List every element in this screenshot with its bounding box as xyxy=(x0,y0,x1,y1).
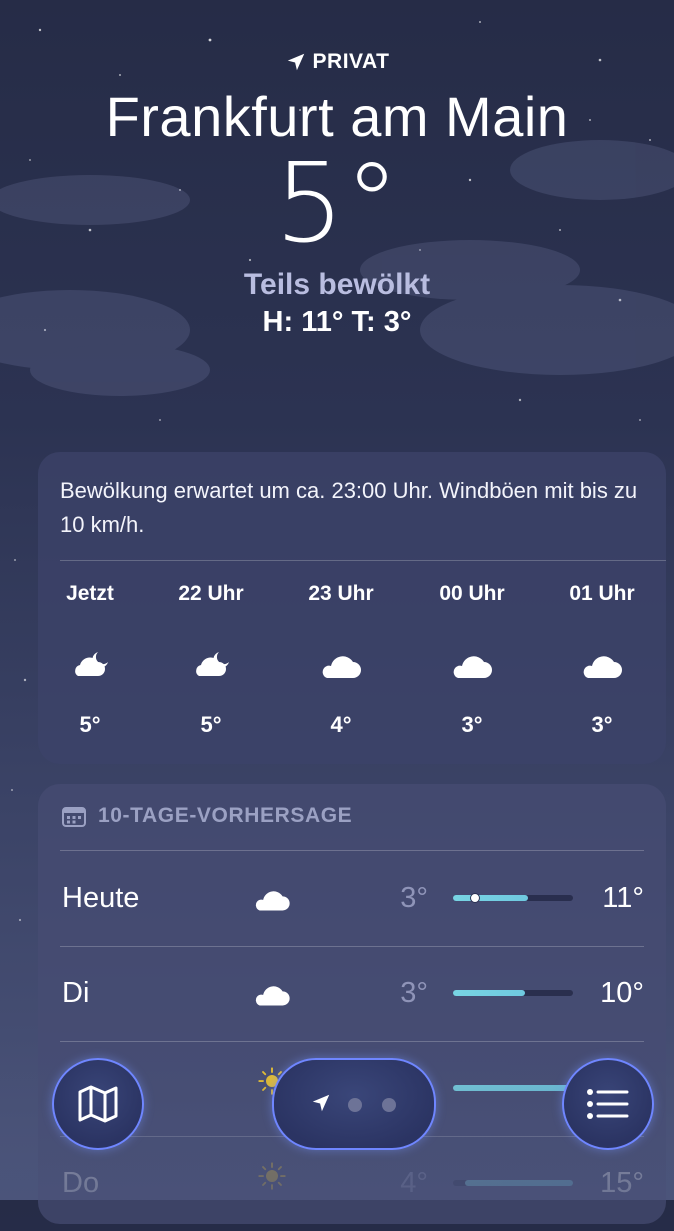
temp-range-bar xyxy=(453,990,573,996)
ten-day-title: 10-TAGE-VORHERSAGE xyxy=(98,804,353,827)
ten-day-header: 10-TAGE-VORHERSAGE xyxy=(62,804,352,828)
day-row[interactable]: Heute 3° 11° xyxy=(38,852,666,946)
hour-item: 01 Uhr 3° xyxy=(542,582,662,738)
day-low: 3° xyxy=(400,882,428,914)
cloud-icon xyxy=(322,656,361,678)
temp-range-bar xyxy=(453,1085,573,1091)
page-indicator[interactable] xyxy=(272,1058,436,1150)
hour-temperature: 4° xyxy=(330,712,352,737)
card-divider xyxy=(60,850,644,851)
map-button[interactable] xyxy=(52,1058,144,1150)
temp-range-fill xyxy=(453,990,525,996)
day-name: Do xyxy=(62,1167,100,1199)
location-label: PRIVAT xyxy=(312,50,390,73)
day-row[interactable]: Do 4° 15° xyxy=(38,1137,666,1231)
day-row[interactable]: Di 3° 10° xyxy=(38,947,666,1041)
hour-time: 23 Uhr xyxy=(308,582,374,605)
hour-time: Jetzt xyxy=(66,582,114,605)
cloud-icon xyxy=(583,656,622,678)
map-icon xyxy=(78,1085,118,1123)
page-dot[interactable] xyxy=(382,1098,396,1112)
hour-temperature: 5° xyxy=(200,712,222,737)
hour-time: 00 Uhr xyxy=(439,582,505,605)
current-temp-marker xyxy=(469,893,480,903)
hourly-forecast-card[interactable]: Bewölkung erwartet um ca. 23:00 Uhr. Win… xyxy=(38,452,666,764)
temp-range-bar xyxy=(453,893,573,903)
day-high: 10° xyxy=(600,977,644,1009)
hour-temperature: 3° xyxy=(591,712,613,737)
hour-temperature: 5° xyxy=(79,712,101,737)
location-row: PRIVAT xyxy=(0,50,674,74)
day-name: Heute xyxy=(62,882,140,914)
day-high: 15° xyxy=(600,1167,644,1199)
cloud-icon xyxy=(453,656,492,678)
hour-item: 22 Uhr 5° xyxy=(151,582,271,738)
temp-range-fill xyxy=(453,895,528,901)
day-name: Di xyxy=(62,977,90,1009)
high-low-temperature: H: 11° T: 3° xyxy=(262,306,412,338)
location-arrow-icon xyxy=(312,1094,330,1112)
day-low: 4° xyxy=(400,1167,428,1199)
cloud-icon xyxy=(255,986,290,1006)
temp-range-fill xyxy=(465,1180,573,1186)
location-arrow-icon xyxy=(287,53,304,71)
current-temperature: 5° xyxy=(274,139,400,267)
forecast-summary: Bewölkung erwartet um ca. 23:00 Uhr. Win… xyxy=(60,478,638,537)
city-list-button[interactable] xyxy=(562,1058,654,1150)
hour-item: Jetzt 5° xyxy=(30,582,150,738)
ten-day-forecast-card[interactable]: 10-TAGE-VORHERSAGE Heute 3° 11° Di 3° 10… xyxy=(38,784,666,1224)
cloud-moon-icon xyxy=(75,652,108,676)
temp-range-bar xyxy=(453,1180,573,1186)
temp-range-fill xyxy=(453,1085,573,1091)
hour-time: 22 Uhr xyxy=(178,582,244,605)
sun-icon xyxy=(258,1162,286,1190)
day-high: 11° xyxy=(602,882,644,914)
cloud-moon-icon xyxy=(196,652,229,676)
cloud-icon xyxy=(255,891,290,911)
day-low: 3° xyxy=(400,977,428,1009)
hour-temperature: 3° xyxy=(461,712,483,737)
calendar-icon xyxy=(62,807,86,827)
hourly-list[interactable]: Jetzt 5° 22 Uhr 5° 23 Uhr 4° 00 Uhr 3° 0… xyxy=(38,582,666,752)
hour-time: 01 Uhr xyxy=(569,582,635,605)
current-condition: Teils bewölkt xyxy=(243,268,431,301)
hour-item: 00 Uhr 3° xyxy=(412,582,532,738)
list-icon xyxy=(587,1089,629,1119)
hour-item: 23 Uhr 4° xyxy=(281,582,401,738)
card-divider xyxy=(60,560,666,561)
page-dot[interactable] xyxy=(348,1098,362,1112)
